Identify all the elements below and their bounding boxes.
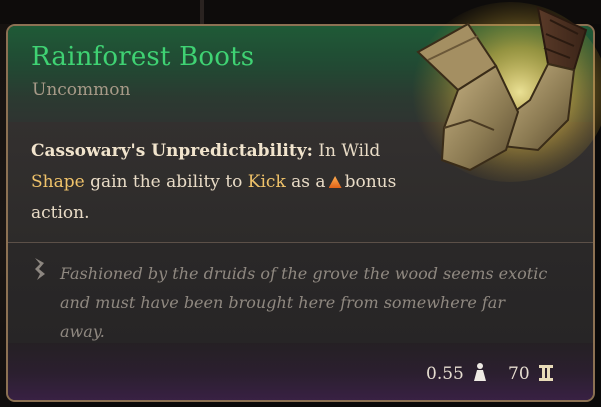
- kick-keyword[interactable]: Kick: [248, 172, 286, 192]
- passive-text-5: action.: [31, 203, 90, 223]
- passive-text-3: as a: [291, 172, 326, 192]
- passive-text-1: In Wild: [318, 141, 381, 161]
- weight-value: 0.55: [426, 364, 464, 384]
- wild-shape-keyword[interactable]: Shape: [31, 172, 85, 192]
- bonus-action-icon: [328, 176, 342, 188]
- boots-icon: [412, 2, 601, 182]
- tooltip-footer: 0.55 70: [8, 343, 593, 400]
- quote-scroll-icon: [35, 258, 45, 280]
- gold-value: 70: [508, 364, 530, 384]
- item-rarity: Uncommon: [32, 80, 131, 100]
- weight-icon: [474, 363, 486, 381]
- passive-text: Cassowary's Unpredictability: In Wild Sh…: [31, 136, 411, 229]
- passive-text-2: gain the ability to: [90, 172, 243, 192]
- lore-text: Fashioned by the druids of the grove the…: [60, 264, 548, 341]
- passive-text-4: bonus: [344, 172, 397, 192]
- passive-name: Cassowary's Unpredictability:: [31, 141, 313, 161]
- lore-section: Fashioned by the druids of the grove the…: [8, 243, 593, 343]
- gold-coin-icon: [539, 365, 553, 381]
- item-name: Rainforest Boots: [31, 42, 255, 72]
